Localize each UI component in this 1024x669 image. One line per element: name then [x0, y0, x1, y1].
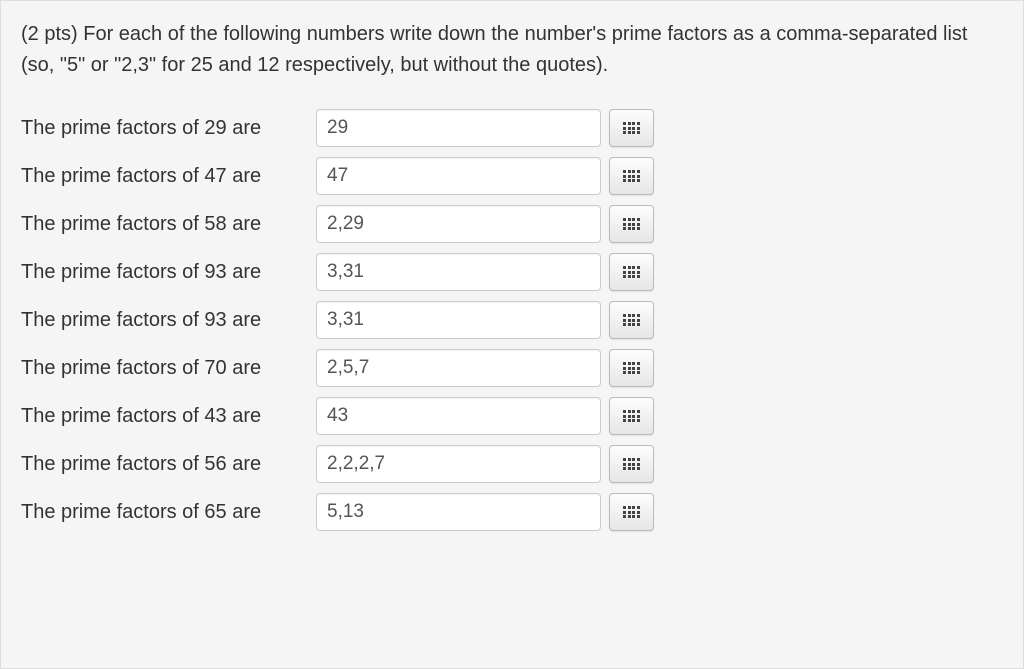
answer-row: The prime factors of 70 are: [21, 349, 1003, 387]
keypad-icon: [623, 170, 640, 182]
keypad-button[interactable]: [609, 301, 654, 339]
answer-input[interactable]: [316, 205, 601, 243]
answer-row: The prime factors of 29 are: [21, 109, 1003, 147]
answer-label: The prime factors of 29 are: [21, 117, 316, 140]
answer-label: The prime factors of 65 are: [21, 501, 316, 524]
keypad-button[interactable]: [609, 397, 654, 435]
keypad-icon: [623, 410, 640, 422]
answer-input[interactable]: [316, 109, 601, 147]
question-prompt: (2 pts) For each of the following number…: [21, 19, 1003, 81]
answer-label: The prime factors of 58 are: [21, 213, 316, 236]
answer-label: The prime factors of 43 are: [21, 405, 316, 428]
keypad-button[interactable]: [609, 445, 654, 483]
answer-row: The prime factors of 93 are: [21, 301, 1003, 339]
answer-label: The prime factors of 56 are: [21, 453, 316, 476]
answer-input[interactable]: [316, 349, 601, 387]
answer-row: The prime factors of 43 are: [21, 397, 1003, 435]
answer-label: The prime factors of 47 are: [21, 165, 316, 188]
answer-row: The prime factors of 58 are: [21, 205, 1003, 243]
answer-input[interactable]: [316, 445, 601, 483]
keypad-icon: [623, 266, 640, 278]
answer-input[interactable]: [316, 397, 601, 435]
answer-rows: The prime factors of 29 are The prime fac…: [21, 109, 1003, 541]
keypad-icon: [623, 362, 640, 374]
keypad-icon: [623, 122, 640, 134]
answer-row: The prime factors of 56 are: [21, 445, 1003, 483]
keypad-button[interactable]: [609, 157, 654, 195]
keypad-icon: [623, 458, 640, 470]
keypad-button[interactable]: [609, 205, 654, 243]
answer-input[interactable]: [316, 157, 601, 195]
keypad-button[interactable]: [609, 493, 654, 531]
answer-label: The prime factors of 93 are: [21, 261, 316, 284]
answer-row: The prime factors of 47 are: [21, 157, 1003, 195]
answer-input[interactable]: [316, 301, 601, 339]
keypad-button[interactable]: [609, 109, 654, 147]
keypad-icon: [623, 506, 640, 518]
keypad-icon: [623, 218, 640, 230]
question-container: (2 pts) For each of the following number…: [0, 0, 1024, 669]
keypad-button[interactable]: [609, 349, 654, 387]
answer-row: The prime factors of 93 are: [21, 253, 1003, 291]
answer-label: The prime factors of 70 are: [21, 357, 316, 380]
keypad-icon: [623, 314, 640, 326]
answer-input[interactable]: [316, 493, 601, 531]
answer-input[interactable]: [316, 253, 601, 291]
answer-label: The prime factors of 93 are: [21, 309, 316, 332]
keypad-button[interactable]: [609, 253, 654, 291]
answer-row: The prime factors of 65 are: [21, 493, 1003, 531]
